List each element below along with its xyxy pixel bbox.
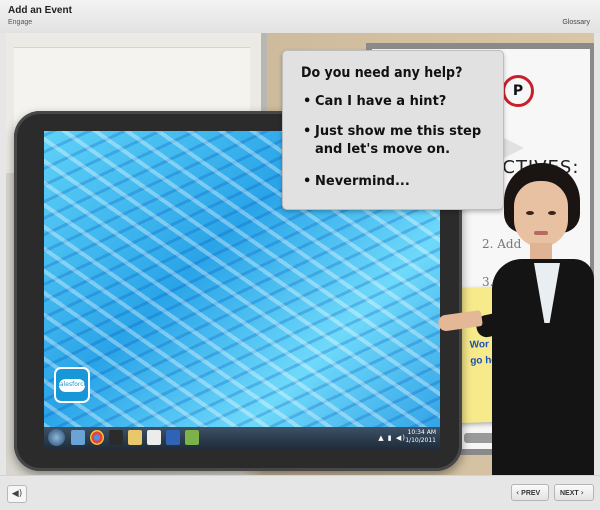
media-player-icon[interactable] <box>109 430 123 445</box>
clock-time: 10:34 AM <box>407 429 436 436</box>
chrome-icon[interactable] <box>90 430 104 445</box>
taskbar-clock: 10:34 AM 1/10/2011 <box>405 429 436 445</box>
glossary-link[interactable]: Glossary <box>562 19 590 26</box>
bullet-icon: • <box>303 124 312 139</box>
speaker-icon: ◀) <box>11 489 23 499</box>
volume-button[interactable]: ◀) <box>7 485 27 503</box>
clock-date: 1/10/2011 <box>405 437 436 444</box>
page-title: Add an Event <box>8 5 72 16</box>
show-me-option[interactable]: • Just show me this step and let's move … <box>303 123 505 159</box>
presenter-face <box>514 181 568 247</box>
next-button-label: NEXT <box>560 490 579 497</box>
help-circle-mark: P <box>502 75 534 107</box>
presenter-mouth <box>534 231 548 235</box>
app-icon[interactable] <box>185 430 199 445</box>
prev-button-label: PREV <box>521 490 541 497</box>
show-me-option-label: Just show me this step and let's move on… <box>315 124 482 157</box>
next-button[interactable]: NEXT › <box>554 484 594 501</box>
hint-option-label: Can I have a hint? <box>315 94 447 109</box>
prev-button[interactable]: ‹ PREV <box>511 484 549 501</box>
salesforce-logo-text: salesforce <box>56 381 88 388</box>
bullet-icon: • <box>303 94 312 109</box>
footer-bar: ◀) ‹ PREV NEXT › <box>0 475 600 510</box>
help-question: Do you need any help? <box>301 65 463 81</box>
salesforce-logo-icon[interactable]: salesforce <box>54 367 90 403</box>
chevron-right-icon: › <box>580 488 584 497</box>
explorer-icon[interactable] <box>71 430 85 445</box>
bullet-icon: • <box>303 174 312 189</box>
scene-stage: P ECTIVES: 2. Add 3. Ad Wor s wi go here… <box>6 33 594 475</box>
header-bar: Add an Event Engage Glossary <box>0 0 600 33</box>
page-subtitle: Engage <box>8 19 33 26</box>
start-button-icon[interactable] <box>48 429 65 446</box>
word-icon[interactable] <box>166 430 180 445</box>
taskbar: ▲ ▮ ◀) 10:34 AM 1/10/2011 <box>44 427 440 449</box>
file-icon[interactable] <box>147 430 161 445</box>
presenter-eye <box>526 211 534 215</box>
chevron-left-icon: ‹ <box>516 488 520 497</box>
system-tray-icons[interactable]: ▲ ▮ ◀) <box>378 434 406 442</box>
presenter-eye <box>548 211 556 215</box>
hint-option[interactable]: • Can I have a hint? <box>303 93 505 111</box>
folder-icon[interactable] <box>128 430 142 445</box>
presenter-character <box>436 163 594 475</box>
